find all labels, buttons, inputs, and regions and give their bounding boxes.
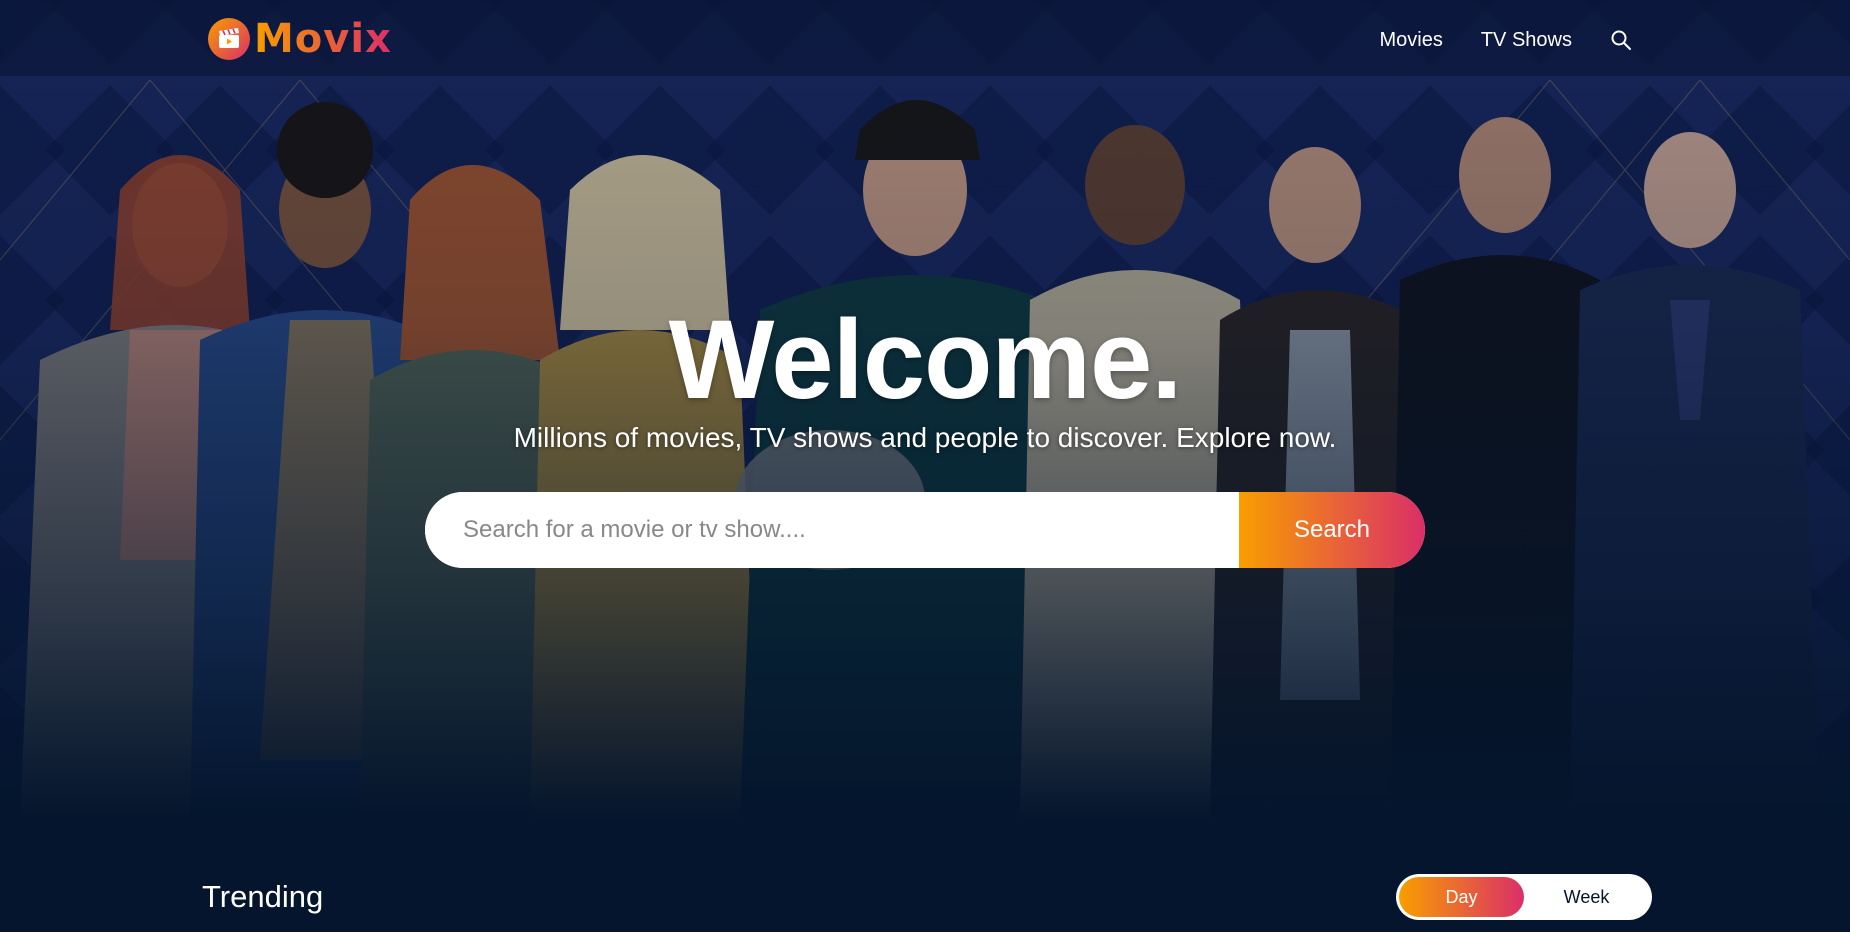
main-nav: Movies TV Shows <box>1379 0 1632 80</box>
nav-tv-shows[interactable]: TV Shows <box>1481 29 1572 52</box>
logo[interactable]: Movix <box>208 15 392 63</box>
search-input[interactable] <box>425 492 1239 568</box>
hero-subtitle: Millions of movies, TV shows and people … <box>513 422 1337 453</box>
trending-title: Trending <box>202 879 324 914</box>
search-button[interactable]: Search <box>1239 492 1425 568</box>
clapperboard-icon <box>208 18 250 60</box>
tab-week[interactable]: Week <box>1524 877 1649 917</box>
logo-text: Movix <box>254 16 392 62</box>
site-header: Movix Movies TV Shows <box>0 0 1850 76</box>
hero-title: Welcome. <box>668 297 1183 422</box>
trending-switch-tabs: Day Week <box>1396 874 1652 920</box>
hero-search-box: Search <box>425 492 1425 568</box>
search-icon[interactable] <box>1610 29 1632 51</box>
nav-movies[interactable]: Movies <box>1379 29 1442 52</box>
trending-section-header: Trending Day Week <box>202 870 1652 924</box>
hero-content: Welcome. Millions of movies, TV shows an… <box>0 300 1850 568</box>
tab-day[interactable]: Day <box>1399 877 1524 917</box>
